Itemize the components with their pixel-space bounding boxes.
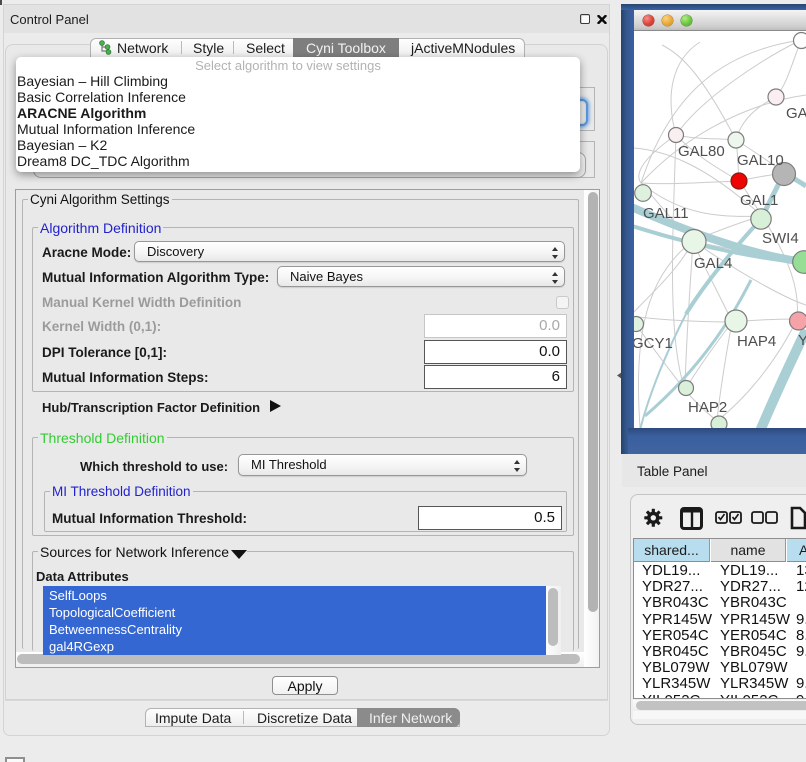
svg-text:GAL10: GAL10 [737,152,784,169]
svg-text:GAL1: GAL1 [740,192,778,209]
svg-text:GAL4: GAL4 [694,255,732,272]
svg-text:HAP2: HAP2 [688,399,727,416]
svg-text:GAL80: GAL80 [678,143,725,160]
svg-text:HAP4: HAP4 [737,333,776,350]
svg-text:SWI4: SWI4 [762,230,799,247]
svg-text:GCY1: GCY1 [634,335,673,352]
svg-text:Y: Y [798,332,806,349]
svg-text:GAL8: GAL8 [786,105,806,122]
svg-text:GAL11: GAL11 [643,205,689,222]
